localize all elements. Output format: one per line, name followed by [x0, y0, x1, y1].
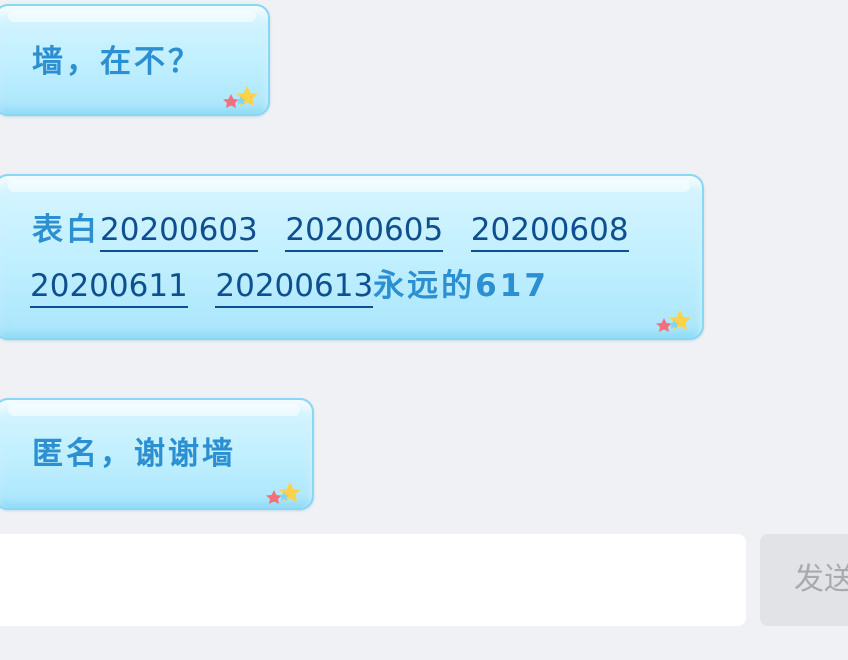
stars-icon [223, 86, 258, 108]
message-text: 表白20200603 20200605 20200608 [32, 202, 629, 258]
message-suffix: 永远的617 [373, 268, 549, 304]
message-bubble[interactable]: 匿名，谢谢墙 [0, 398, 314, 510]
message-bubble[interactable]: 表白20200603 20200605 20200608 20200611 20… [0, 174, 704, 340]
message-input[interactable] [0, 534, 746, 626]
message-text: 20200611 20200613永远的617 [30, 258, 549, 314]
date-link[interactable]: 20200605 [285, 212, 444, 252]
message-text: 墙，在不？ [32, 44, 202, 80]
date-link[interactable]: 20200603 [100, 212, 258, 252]
stars-icon [266, 482, 301, 504]
date-link[interactable]: 20200608 [470, 212, 629, 252]
message-prefix: 表白 [32, 212, 100, 248]
message-bubble[interactable]: 墙，在不？ [0, 4, 270, 116]
stars-icon [656, 310, 691, 332]
date-link[interactable]: 20200613 [215, 268, 374, 308]
date-link[interactable]: 20200611 [30, 268, 188, 308]
send-button[interactable]: 发送 [760, 534, 848, 626]
message-text: 匿名，谢谢墙 [32, 436, 236, 472]
